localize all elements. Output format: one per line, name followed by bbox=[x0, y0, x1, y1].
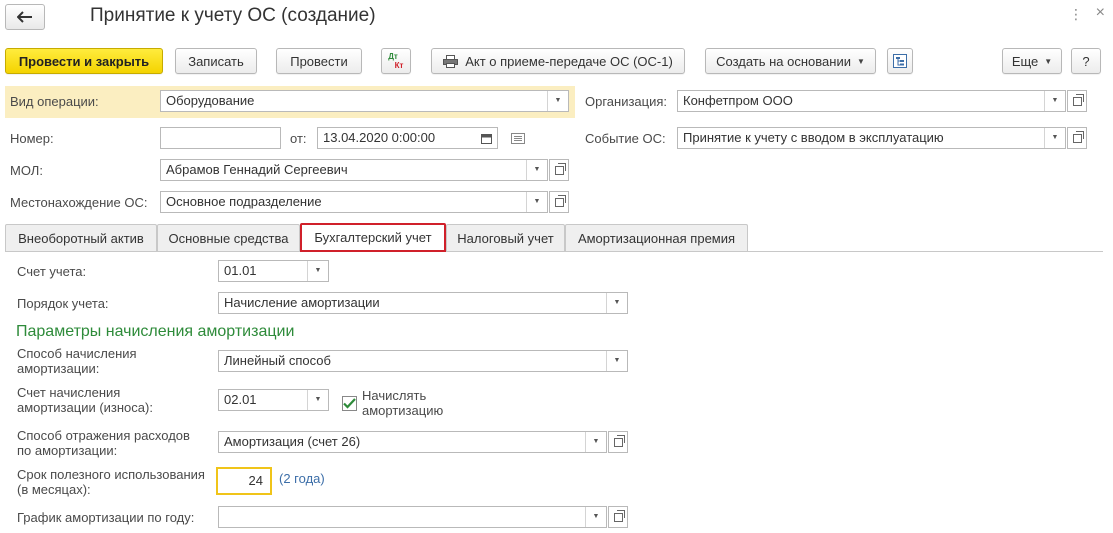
section-title: Параметры начисления амортизации bbox=[16, 323, 295, 340]
open-icon bbox=[554, 194, 566, 207]
charge-depreciation-checkbox[interactable] bbox=[342, 396, 357, 411]
schedule-label: График амортизации по году: bbox=[17, 510, 195, 525]
open-icon bbox=[554, 162, 566, 175]
charge-depreciation-label-line1: Начислять bbox=[362, 388, 427, 403]
order-select[interactable]: Начисление амортизации ▼ bbox=[218, 292, 628, 314]
schedule-select[interactable]: ▼ bbox=[218, 506, 607, 528]
structure-icon bbox=[893, 54, 907, 68]
dropdown-arrow-icon[interactable]: ▼ bbox=[1044, 128, 1065, 148]
checkmark-icon bbox=[343, 398, 356, 409]
location-select[interactable]: Основное подразделение ▼ bbox=[160, 191, 548, 213]
more-vertical-icon[interactable]: ⋮ bbox=[1069, 6, 1083, 22]
useful-life-label-line1: Срок полезного использования bbox=[17, 467, 205, 482]
tab-fixed-assets[interactable]: Основные средства bbox=[157, 224, 300, 251]
expense-label-line1: Способ отражения расходов bbox=[17, 428, 190, 443]
dropdown-arrow-icon[interactable]: ▼ bbox=[585, 432, 606, 452]
mol-label: МОЛ: bbox=[10, 163, 43, 178]
open-icon bbox=[613, 434, 625, 447]
operation-select[interactable]: Оборудование ▼ bbox=[160, 90, 569, 112]
method-select[interactable]: Линейный способ ▼ bbox=[218, 350, 628, 372]
method-label-line2: амортизации: bbox=[17, 361, 100, 376]
dropdown-arrow-icon[interactable]: ▼ bbox=[307, 390, 328, 410]
tab-depreciation-bonus[interactable]: Амортизационная премия bbox=[565, 224, 748, 251]
tab-tax-accounting[interactable]: Налоговый учет bbox=[446, 224, 565, 251]
dropdown-arrow-icon[interactable]: ▼ bbox=[307, 261, 328, 281]
dt-kt-icon: Дт Кт bbox=[388, 52, 404, 70]
post-and-close-button[interactable]: Провести и закрыть bbox=[5, 48, 163, 74]
account-select[interactable]: 01.01 ▼ bbox=[218, 260, 329, 282]
dropdown-caret-icon: ▼ bbox=[1044, 56, 1053, 66]
arrow-left-icon bbox=[17, 11, 32, 23]
dropdown-arrow-icon[interactable]: ▼ bbox=[526, 192, 547, 212]
act-os1-button[interactable]: Акт о приеме-передаче ОС (ОС-1) bbox=[431, 48, 685, 74]
useful-life-hint-link[interactable]: (2 года) bbox=[279, 471, 325, 486]
date-input[interactable]: 13.04.2020 0:00:00 bbox=[317, 127, 498, 149]
event-label: Событие ОС: bbox=[585, 131, 666, 146]
location-label: Местонахождение ОС: bbox=[10, 195, 148, 210]
calendar-icon[interactable] bbox=[476, 128, 497, 148]
date-from-label: от: bbox=[290, 131, 307, 146]
tab-noncurrent-asset[interactable]: Внеоборотный актив bbox=[5, 224, 157, 251]
post-button[interactable]: Провести bbox=[276, 48, 362, 74]
close-icon[interactable]: × bbox=[1096, 4, 1105, 22]
mol-select[interactable]: Абрамов Геннадий Сергеевич ▼ bbox=[160, 159, 548, 181]
dropdown-arrow-icon[interactable]: ▼ bbox=[585, 507, 606, 527]
list-icon[interactable] bbox=[511, 132, 525, 147]
organization-select[interactable]: Конфетпром ООО ▼ bbox=[677, 90, 1066, 112]
charge-depreciation-label-line2: амортизацию bbox=[362, 403, 444, 418]
organization-label: Организация: bbox=[585, 94, 668, 109]
deprec-account-label-line2: амортизации (износа): bbox=[17, 400, 153, 415]
open-icon bbox=[613, 509, 625, 522]
tab-accounting[interactable]: Бухгалтерский учет bbox=[300, 223, 446, 252]
open-schedule-button[interactable] bbox=[608, 506, 628, 528]
dropdown-arrow-icon[interactable]: ▼ bbox=[1044, 91, 1065, 111]
more-button[interactable]: Еще ▼ bbox=[1002, 48, 1062, 74]
account-label: Счет учета: bbox=[17, 264, 87, 279]
useful-life-label-line2: (в месяцах): bbox=[17, 482, 91, 497]
help-button[interactable]: ? bbox=[1071, 48, 1101, 74]
open-icon bbox=[1072, 130, 1084, 143]
dt-kt-button[interactable]: Дт Кт bbox=[381, 48, 411, 74]
useful-life-input[interactable]: 24 bbox=[216, 467, 272, 495]
event-select[interactable]: Принятие к учету с вводом в эксплуатацию… bbox=[677, 127, 1066, 149]
open-icon bbox=[1072, 93, 1084, 106]
tab-divider bbox=[5, 251, 1103, 252]
number-input[interactable] bbox=[160, 127, 281, 149]
number-label: Номер: bbox=[10, 131, 54, 146]
expense-select[interactable]: Амортизация (счет 26) ▼ bbox=[218, 431, 607, 453]
open-organization-button[interactable] bbox=[1067, 90, 1087, 112]
deprec-account-select[interactable]: 02.01 ▼ bbox=[218, 389, 329, 411]
open-mol-button[interactable] bbox=[549, 159, 569, 181]
printer-icon bbox=[443, 54, 459, 68]
expense-label-line2: по амортизации: bbox=[17, 443, 118, 458]
open-event-button[interactable] bbox=[1067, 127, 1087, 149]
operation-label: Вид операции: bbox=[10, 94, 99, 109]
page-title: Принятие к учету ОС (создание) bbox=[90, 5, 376, 26]
dropdown-arrow-icon[interactable]: ▼ bbox=[606, 351, 627, 371]
open-location-button[interactable] bbox=[549, 191, 569, 213]
deprec-account-label-line1: Счет начисления bbox=[17, 385, 121, 400]
order-label: Порядок учета: bbox=[17, 296, 109, 311]
save-button[interactable]: Записать bbox=[175, 48, 257, 74]
back-button[interactable] bbox=[5, 4, 45, 30]
dropdown-arrow-icon[interactable]: ▼ bbox=[547, 91, 568, 111]
structure-button[interactable] bbox=[887, 48, 913, 74]
dropdown-arrow-icon[interactable]: ▼ bbox=[606, 293, 627, 313]
open-expense-button[interactable] bbox=[608, 431, 628, 453]
dropdown-arrow-icon[interactable]: ▼ bbox=[526, 160, 547, 180]
create-based-on-button[interactable]: Создать на основании ▼ bbox=[705, 48, 876, 74]
dropdown-caret-icon: ▼ bbox=[856, 56, 865, 66]
method-label-line1: Способ начисления bbox=[17, 346, 137, 361]
